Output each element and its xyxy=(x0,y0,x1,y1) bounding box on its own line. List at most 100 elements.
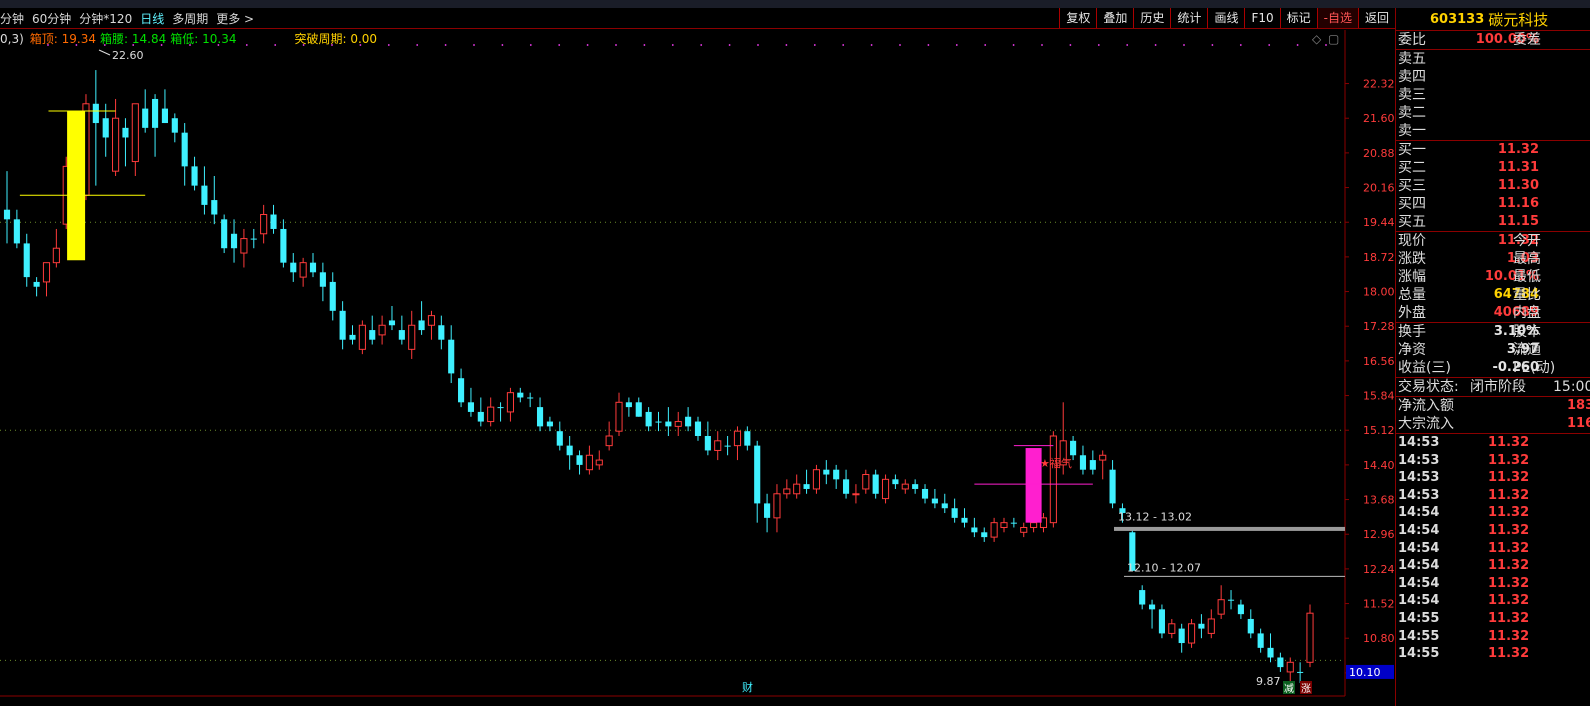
candle xyxy=(595,450,603,470)
flow-rows: 净流入额 183 大宗流入 116 xyxy=(1396,397,1590,434)
candle xyxy=(1158,604,1165,639)
candle-body xyxy=(23,243,30,278)
candle xyxy=(704,421,711,456)
tick-row: 14:54 11.32 xyxy=(1396,592,1590,610)
tick-time: 14:53 xyxy=(1398,487,1440,503)
candle-body xyxy=(1079,455,1087,470)
candle xyxy=(102,103,109,157)
candle-body xyxy=(1178,628,1185,644)
tick-row: 14:53 11.32 xyxy=(1396,452,1590,470)
candle xyxy=(576,450,583,475)
weibi-label: 委比 xyxy=(1398,32,1426,48)
candle xyxy=(1187,618,1196,648)
candle xyxy=(754,440,761,523)
candle xyxy=(309,253,317,278)
tick-price: 11.32 xyxy=(1488,610,1530,626)
row-value: 11.15 xyxy=(1497,214,1539,229)
candle xyxy=(941,493,948,514)
candle-body xyxy=(803,484,810,489)
tick-time: 14:55 xyxy=(1398,628,1440,644)
row-label: 卖五 xyxy=(1398,51,1426,67)
candle xyxy=(171,113,178,143)
tick-time: 14:54 xyxy=(1398,505,1440,521)
weibi-row: 委比 100.00% 委差 xyxy=(1396,31,1590,50)
candle-body xyxy=(862,474,870,490)
quote-stats: 现价 11.32 今开 涨跌 1.03 最高 涨幅 10.01% 最低 总量 64784 量比 外盘 40… xyxy=(1396,232,1590,323)
row-label: 净资 xyxy=(1398,342,1426,358)
candle xyxy=(1089,450,1096,475)
signal-dot xyxy=(899,44,901,46)
candle xyxy=(487,397,495,427)
candle xyxy=(1257,628,1264,653)
candle xyxy=(783,479,791,499)
signal-dot xyxy=(1154,44,1157,46)
signal-dot xyxy=(785,44,788,46)
signal-dot xyxy=(1211,44,1214,46)
candle-body xyxy=(250,238,257,240)
candle-body xyxy=(1227,599,1235,601)
candle xyxy=(290,253,297,282)
candle xyxy=(152,94,159,157)
tick-time: 14:54 xyxy=(1398,558,1440,574)
candle xyxy=(299,257,307,287)
signal-dot xyxy=(1097,44,1100,46)
signal-dot xyxy=(1325,44,1327,46)
candle xyxy=(951,498,958,523)
candle xyxy=(23,233,30,287)
quote-row: 卖三 xyxy=(1396,86,1590,104)
candle xyxy=(990,517,998,542)
quote-row: 卖四 xyxy=(1396,68,1590,86)
collapse-icon[interactable]: ▢ xyxy=(1328,32,1339,46)
tick-time: 14:54 xyxy=(1398,540,1440,556)
candle xyxy=(872,469,879,499)
quote-stats-2: 换手 3.10% 股本 净资 3.97 流通 收益(三) -0.260 PE(动) xyxy=(1396,323,1590,378)
candle-body xyxy=(1158,609,1165,634)
candle xyxy=(191,156,198,191)
candle xyxy=(506,387,514,422)
candle xyxy=(230,219,238,263)
candle xyxy=(615,392,623,436)
y-tick-label: 11.52 xyxy=(1363,598,1395,611)
candle-body xyxy=(1198,623,1205,629)
diamond-icon[interactable]: ◇ xyxy=(1312,32,1322,46)
tick-row: 14:54 11.32 xyxy=(1396,557,1590,575)
candle-body xyxy=(1089,460,1096,470)
candle xyxy=(1286,657,1294,682)
signal-dot xyxy=(757,44,759,46)
quote-row: 卖一 xyxy=(1396,122,1590,140)
kline-chart[interactable]: 22.32 21.60 20.88 20.16 19.44 18.72 18.00 17.28… xyxy=(0,0,1395,706)
signal-dot xyxy=(927,44,930,46)
candle-body xyxy=(131,103,139,163)
candle xyxy=(1178,623,1185,653)
candle xyxy=(793,474,801,499)
candle xyxy=(655,411,662,432)
candle-body xyxy=(329,281,336,311)
row-label-2: 量比 xyxy=(1513,287,1541,303)
tick-row: 14:55 11.32 xyxy=(1396,645,1590,663)
quote-row: 卖二 xyxy=(1396,104,1590,122)
y-tick-label: 22.32 xyxy=(1363,78,1395,91)
tick-row: 14:53 11.32 xyxy=(1396,487,1590,505)
flow-row: 大宗流入 116 xyxy=(1396,415,1590,433)
signal-dot xyxy=(813,44,816,46)
candle xyxy=(1247,609,1254,639)
row-label: 卖二 xyxy=(1398,105,1426,121)
candle-body xyxy=(842,479,850,494)
candle xyxy=(714,431,722,461)
candle-body xyxy=(812,469,820,490)
candle-body xyxy=(833,469,840,480)
candle-body xyxy=(42,262,51,283)
candle xyxy=(931,488,938,509)
signal-dot xyxy=(1069,44,1072,46)
candle-body xyxy=(378,324,386,336)
candle xyxy=(921,484,929,504)
candle-body xyxy=(161,108,168,124)
candle-body xyxy=(625,402,632,408)
candle-body xyxy=(1286,661,1294,673)
candle-body xyxy=(1010,522,1017,524)
candle xyxy=(349,325,356,345)
row-label-2: 最低 xyxy=(1513,269,1541,285)
quote-row: 买二 11.31 xyxy=(1396,159,1590,177)
finance-marker[interactable]: 财 xyxy=(742,680,753,694)
sell-orders: 卖五 卖四 卖三 卖二 卖一 xyxy=(1396,50,1590,141)
